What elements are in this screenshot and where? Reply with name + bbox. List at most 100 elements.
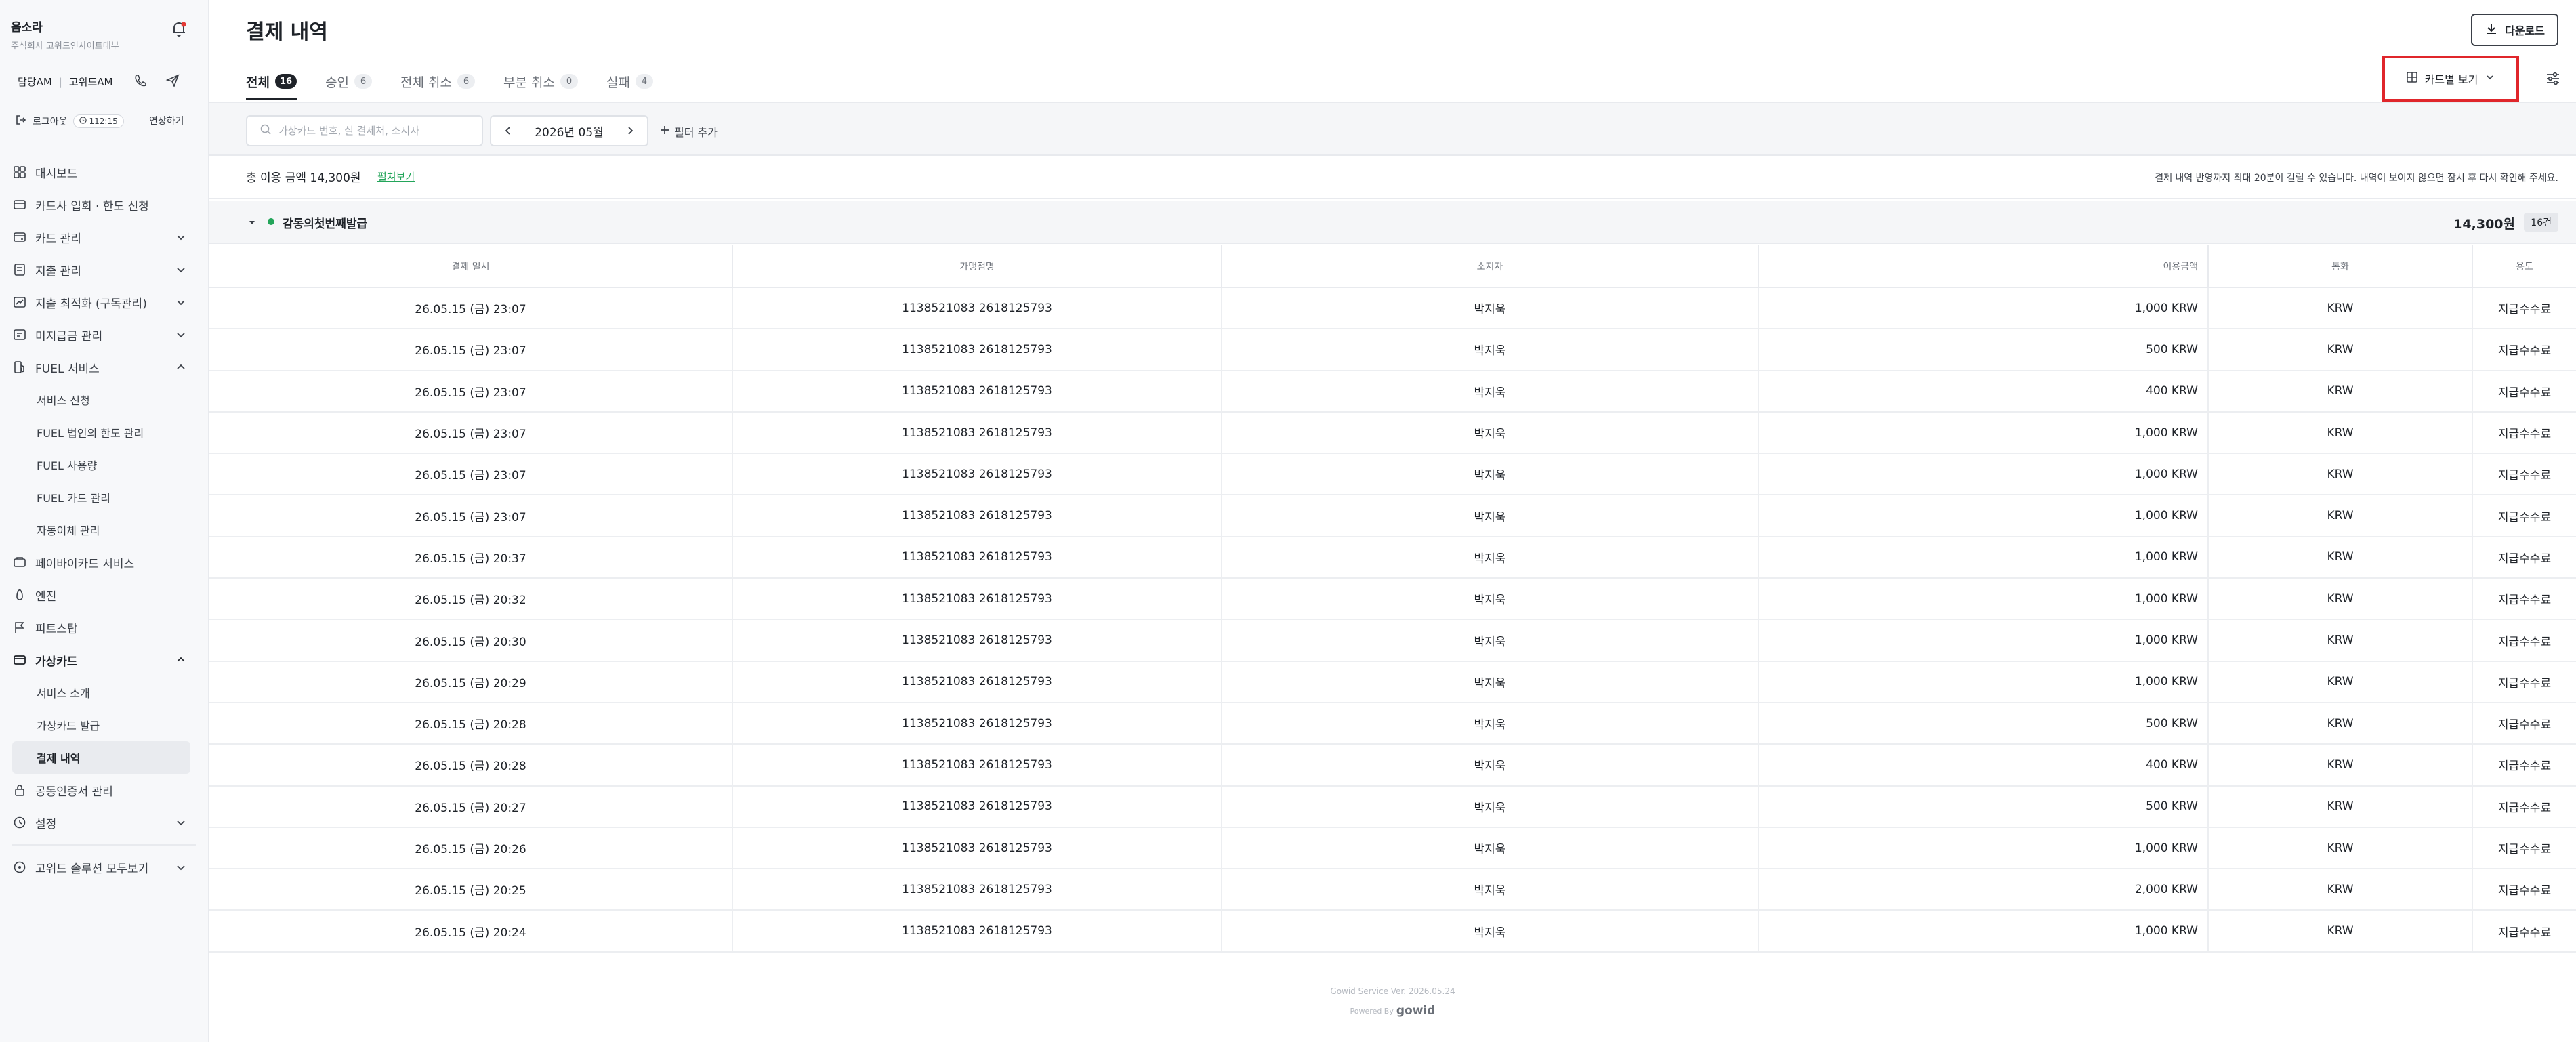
search-input[interactable] [278,125,475,137]
cell-currency: KRW [2208,329,2473,371]
send-icon[interactable] [165,73,180,88]
total-amount: 총 이용 금액 14,300원 [246,168,361,185]
bell-icon[interactable] [170,20,188,38]
chevron-right-icon[interactable] [624,125,636,137]
tab-partial-cancel[interactable]: 부분 취소 0 [503,68,578,95]
card-group-header[interactable]: 감동의첫번째발급 14,300원 16건 [209,201,2576,244]
tab-full-cancel[interactable]: 전체 취소 6 [400,68,475,95]
powered-by: Powered By gowid [209,1004,2576,1018]
table-row[interactable]: 26.05.15 (금) 20:25 1138521083 2618125793 박… [209,869,2576,911]
sidebar-item-virtual-card[interactable]: 가상카드 [0,644,208,676]
extend-session-button[interactable]: 연장하기 [149,114,184,127]
table-row[interactable]: 26.05.15 (금) 23:07 1138521083 2618125793 박… [209,411,2576,455]
sidebar-subitem-auto-transfer[interactable]: 자동이체 관리 [0,514,208,546]
download-label: 다운로드 [2505,26,2545,37]
chevron-down-icon [174,816,188,829]
cell-holder: 박지욱 [1222,869,1759,911]
card-apply-icon [12,197,27,212]
cell-merchant: 1138521083 2618125793 [732,495,1222,537]
pitstop-icon [12,620,27,635]
cell-datetime: 26.05.15 (금) 20:24 [209,910,733,953]
table-row[interactable]: 26.05.15 (금) 20:29 1138521083 2618125793 박… [209,661,2576,703]
column-header-amount: 이용금액 [1758,245,2209,288]
cell-datetime: 26.05.15 (금) 20:30 [209,619,733,662]
table-row[interactable]: 26.05.15 (금) 20:30 1138521083 2618125793 박… [209,619,2576,662]
tab-label: 전체 취소 [400,75,452,90]
column-header-holder: 소지자 [1222,245,1759,288]
sidebar-subitem-payment-history[interactable]: 결제 내역 [12,741,190,774]
sidebar-subitem-service-intro[interactable]: 서비스 소개 [0,676,208,709]
sidebar-item-fuel[interactable]: FUEL 서비스 [0,351,208,383]
download-button[interactable]: 다운로드 [2471,14,2558,46]
certificate-icon [12,783,27,797]
add-filter-button[interactable]: 필터 추가 [659,123,718,140]
search-box[interactable] [246,115,483,146]
sidebar-item-paybycard[interactable]: 페이바이카드 서비스 [0,546,208,579]
month-value[interactable]: 2026년 05월 [535,123,604,140]
sidebar-item-expense[interactable]: 지출 관리 [0,253,208,286]
sidebar-subitem-fuel-card[interactable]: FUEL 카드 관리 [0,481,208,514]
phone-icon[interactable] [133,73,148,88]
cell-amount: 1,000 KRW [1758,910,2209,953]
sidebar-subitem-fuel-usage[interactable]: FUEL 사용량 [0,449,208,481]
sidebar-item-label: 고위드 솔루션 모두보기 [35,862,149,876]
cell-merchant: 1138521083 2618125793 [732,536,1222,579]
sidebar-item-label: 설정 [35,817,57,831]
cell-datetime: 26.05.15 (금) 20:28 [209,744,733,787]
sidebar-item-card-apply[interactable]: 카드사 입회 · 한도 신청 [0,188,208,221]
total-value: 14,300원 [310,171,361,185]
tab-approved[interactable]: 승인 6 [325,68,373,95]
table-row[interactable]: 26.05.15 (금) 23:07 1138521083 2618125793 박… [209,287,2576,330]
cell-datetime: 26.05.15 (금) 20:26 [209,827,733,870]
dashboard-icon [12,165,27,180]
sidebar-item-solutions[interactable]: 고위드 솔루션 모두보기 [0,851,208,883]
cell-purpose: 지급수수료 [2472,744,2576,787]
table-row[interactable]: 26.05.15 (금) 20:24 1138521083 2618125793 박… [209,910,2576,953]
cell-holder: 박지욱 [1222,578,1759,621]
summary-bar: 총 이용 금액 14,300원 펼쳐보기 결제 내역 반영까지 최대 20분이 … [209,156,2576,199]
chevron-down-icon [174,328,188,341]
table-row[interactable]: 26.05.15 (금) 23:07 1138521083 2618125793 박… [209,329,2576,371]
sidebar-item-dashboard[interactable]: 대시보드 [0,156,208,188]
sidebar-item-certificate[interactable]: 공동인증서 관리 [0,774,208,806]
sidebar-item-engine[interactable]: 엔진 [0,579,208,611]
tab-all[interactable]: 전체 16 [246,68,297,100]
chevron-left-icon[interactable] [502,125,514,137]
sidebar-subitem-fuel-apply[interactable]: 서비스 신청 [0,383,208,416]
column-header-purpose: 용도 [2472,245,2576,288]
tab-failed[interactable]: 실패 4 [606,68,653,95]
table-row[interactable]: 26.05.15 (금) 20:26 1138521083 2618125793 박… [209,827,2576,870]
table-row[interactable]: 26.05.15 (금) 20:32 1138521083 2618125793 박… [209,578,2576,621]
sync-notice: 결제 내역 반영까지 최대 20분이 걸릴 수 있습니다. 내역이 보이지 않으… [2155,173,2558,184]
unpaid-icon [12,327,27,342]
sidebar-item-label: 지출 관리 [35,264,81,278]
sidebar-item-label: 공동인증서 관리 [35,785,113,799]
am-name: 고위드AM [68,76,113,88]
sidebar-item-settings[interactable]: 설정 [0,806,208,839]
table-row[interactable]: 26.05.15 (금) 20:28 1138521083 2618125793 박… [209,744,2576,787]
table-row[interactable]: 26.05.15 (금) 20:27 1138521083 2618125793 박… [209,785,2576,828]
table-row[interactable]: 26.05.15 (금) 23:07 1138521083 2618125793 박… [209,495,2576,537]
table-row[interactable]: 26.05.15 (금) 20:28 1138521083 2618125793 박… [209,702,2576,745]
cell-merchant: 1138521083 2618125793 [732,329,1222,371]
cell-purpose: 지급수수료 [2472,702,2576,745]
cell-purpose: 지급수수료 [2472,370,2576,413]
sidebar-item-pitstop[interactable]: 피트스탑 [0,611,208,644]
column-settings-icon[interactable] [2545,70,2561,87]
sidebar-item-optimize[interactable]: 지출 최적화 (구독관리) [0,286,208,318]
sidebar-item-unpaid[interactable]: 미지급금 관리 [0,318,208,351]
caret-down-icon[interactable] [247,217,257,226]
table-row[interactable]: 26.05.15 (금) 20:37 1138521083 2618125793 박… [209,536,2576,579]
cell-amount: 1,000 KRW [1758,661,2209,703]
cell-currency: KRW [2208,619,2473,662]
sidebar-item-card-manage[interactable]: 카드 관리 [0,221,208,253]
cell-amount: 1,000 KRW [1758,827,2209,870]
sidebar-subitem-virtual-card-issue[interactable]: 가상카드 발급 [0,709,208,741]
expand-link[interactable]: 펼쳐보기 [377,169,415,184]
logout-button[interactable]: 로그아웃 112:15 [15,114,124,129]
table-row[interactable]: 26.05.15 (금) 23:07 1138521083 2618125793 박… [209,453,2576,496]
table-row[interactable]: 26.05.15 (금) 23:07 1138521083 2618125793 박… [209,370,2576,413]
cell-currency: KRW [2208,411,2473,455]
view-by-card-dropdown[interactable]: 카드별 보기 [2382,56,2519,102]
sidebar-subitem-fuel-limit[interactable]: FUEL 법인의 한도 관리 [0,416,208,449]
